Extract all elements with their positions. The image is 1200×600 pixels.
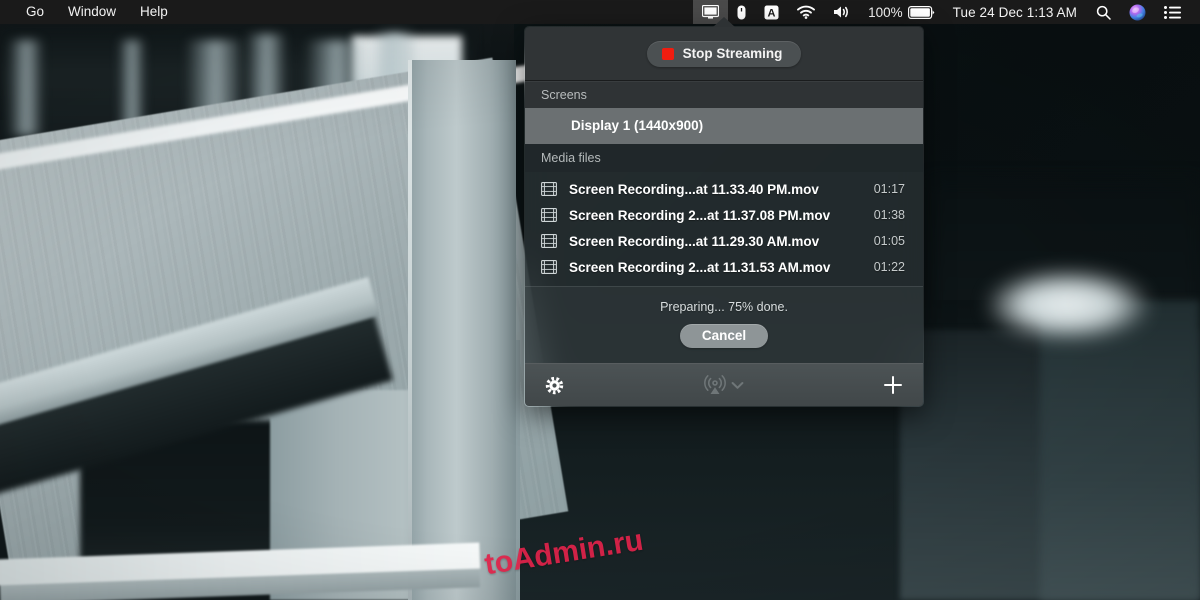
settings-button[interactable] (545, 376, 564, 395)
menu-bar-clock[interactable]: Tue 24 Dec 1:13 AM (943, 5, 1087, 20)
media-list-item[interactable]: Screen Recording...at 11.29.30 AM.mov 01… (525, 228, 923, 254)
add-button[interactable] (883, 375, 903, 395)
media-file-name: Screen Recording 2...at 11.37.08 PM.mov (569, 207, 831, 223)
siri-icon[interactable] (1120, 0, 1155, 24)
media-file-name: Screen Recording...at 11.29.30 AM.mov (569, 233, 820, 249)
battery-icon[interactable] (907, 0, 943, 24)
stop-streaming-label: Stop Streaming (682, 46, 783, 61)
popover-header: Stop Streaming (525, 27, 923, 81)
film-strip-icon (541, 259, 557, 275)
screen-row-display-1[interactable]: Display 1 (1440x900) (525, 108, 923, 144)
media-list-item[interactable]: Screen Recording 2...at 11.37.08 PM.mov … (525, 202, 923, 228)
screen-row-label: Display 1 (1440x900) (571, 118, 704, 133)
media-list-item[interactable]: Screen Recording 2...at 11.31.53 AM.mov … (525, 254, 923, 280)
svg-text:A: A (768, 7, 776, 19)
media-file-duration: 01:05 (873, 234, 905, 248)
menu-item-window[interactable]: Window (56, 0, 128, 24)
spotlight-search-icon[interactable] (1087, 0, 1120, 24)
broadcast-target-selector[interactable] (525, 374, 923, 396)
menu-bar: Go Window Help A 100% Tue 24 Dec 1:13 AM (0, 0, 1200, 24)
screens-section-label: Screens (525, 81, 923, 108)
streaming-popover-panel: Stop Streaming Screens Display 1 (1440x9… (524, 26, 924, 407)
film-strip-icon (541, 181, 557, 197)
media-file-duration: 01:17 (873, 182, 905, 196)
input-source-icon[interactable]: A (755, 0, 788, 24)
menu-item-go[interactable]: Go (14, 0, 56, 24)
popover-toolbar (525, 363, 923, 406)
battery-percent-label: 100% (868, 4, 903, 20)
stop-streaming-button[interactable]: Stop Streaming (646, 41, 802, 67)
chevron-down-icon (731, 381, 744, 389)
media-file-duration: 01:22 (873, 260, 905, 274)
media-file-duration: 01:38 (873, 208, 905, 222)
media-file-name: Screen Recording 2...at 11.31.53 AM.mov (569, 259, 831, 275)
progress-section: Preparing... 75% done. Cancel (525, 286, 923, 363)
menu-item-help[interactable]: Help (128, 0, 180, 24)
wifi-icon[interactable] (788, 0, 824, 24)
media-files-section-label: Media files (525, 144, 923, 172)
plus-icon (884, 376, 902, 394)
gear-icon (545, 376, 564, 394)
cancel-button[interactable]: Cancel (679, 324, 769, 348)
progress-status-text: Preparing... 75% done. (660, 300, 788, 314)
popover-arrow (713, 17, 735, 27)
menu-bar-status-items: A 100% Tue 24 Dec 1:13 AM (693, 0, 1200, 24)
broadcast-icon (704, 375, 726, 394)
notification-center-icon[interactable] (1155, 0, 1190, 24)
record-indicator-icon (661, 47, 674, 60)
media-list-item[interactable]: Screen Recording...at 11.33.40 PM.mov 01… (525, 176, 923, 202)
film-strip-icon (541, 233, 557, 249)
media-file-name: Screen Recording...at 11.33.40 PM.mov (569, 181, 819, 197)
volume-icon[interactable] (824, 0, 859, 24)
media-files-list: Screen Recording...at 11.33.40 PM.mov 01… (525, 172, 923, 286)
film-strip-icon (541, 207, 557, 223)
menu-bar-app-menus: Go Window Help (0, 0, 180, 24)
